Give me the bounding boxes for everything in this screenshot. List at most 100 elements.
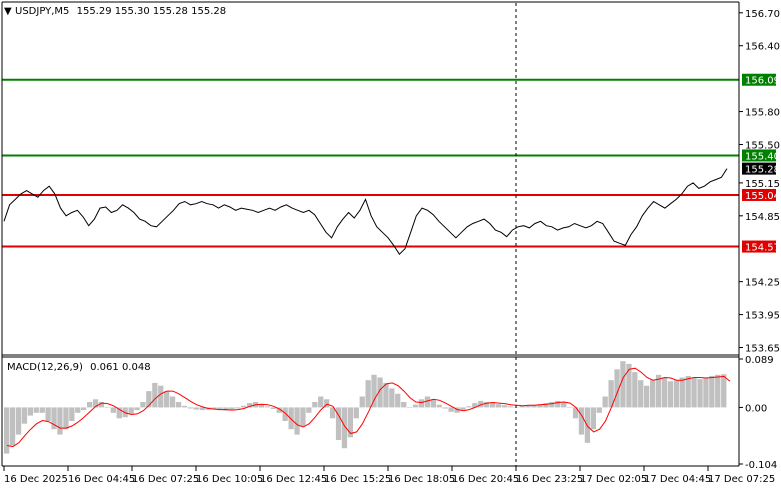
macd-bar-29 bbox=[175, 402, 182, 408]
macd-bar-62 bbox=[371, 374, 377, 408]
macd-bar-109 bbox=[650, 380, 656, 408]
macd-bar-47 bbox=[282, 407, 288, 421]
macd-bar-17 bbox=[104, 407, 110, 408]
price-tick-label-13: 153.65 bbox=[745, 344, 780, 355]
macd-bar-95 bbox=[567, 407, 573, 408]
macd-bar-94 bbox=[561, 402, 567, 408]
time-tick-label-1: 16 Dec 04:45 bbox=[68, 474, 135, 485]
price-tick-label-0: 156.70 bbox=[745, 9, 780, 20]
time-tick-label-7: 16 Dec 20:45 bbox=[452, 474, 519, 485]
macd-bar-85 bbox=[507, 406, 513, 408]
time-tick-label-6: 16 Dec 18:05 bbox=[388, 474, 455, 485]
macd-bar-118 bbox=[703, 377, 709, 408]
macd-tick-label-2: -0.104 bbox=[745, 460, 777, 471]
macd-bar-106 bbox=[632, 372, 638, 408]
macd-bar-18 bbox=[110, 407, 116, 413]
macd-bar-67 bbox=[401, 402, 407, 408]
macd-bar-53 bbox=[318, 396, 324, 408]
macd-bar-45 bbox=[270, 407, 276, 409]
macd-bar-82 bbox=[490, 403, 496, 408]
macd-bar-11 bbox=[69, 407, 75, 421]
price-tick-label-12: 153.95 bbox=[745, 311, 780, 322]
macd-bar-12 bbox=[75, 407, 81, 413]
macd-bar-92 bbox=[549, 402, 555, 408]
macd-label: MACD(12,26,9) 0.061 0.048 bbox=[7, 362, 151, 373]
macd-bar-97 bbox=[578, 407, 585, 435]
macd-bar-77 bbox=[460, 407, 466, 411]
price-tag-label-8: 155.04 bbox=[745, 191, 780, 202]
macd-bar-100 bbox=[596, 407, 602, 413]
macd-bar-32 bbox=[193, 407, 199, 410]
macd-bar-74 bbox=[442, 407, 448, 409]
macd-bar-119 bbox=[709, 375, 715, 408]
macd-bar-99 bbox=[590, 407, 596, 430]
macd-bar-72 bbox=[430, 399, 436, 408]
macd-bar-51 bbox=[306, 407, 312, 413]
macd-bar-48 bbox=[288, 407, 294, 430]
macd-bar-101 bbox=[602, 396, 608, 408]
macd-bar-28 bbox=[169, 396, 176, 408]
macd-bar-49 bbox=[294, 407, 300, 435]
macd-bar-108 bbox=[644, 385, 650, 408]
macd-bar-115 bbox=[685, 375, 691, 408]
macd-pane-header: MACD(12,26,9) 0.061 0.048 bbox=[7, 362, 151, 373]
time-tick-label-5: 16 Dec 15:25 bbox=[324, 474, 391, 485]
dropdown-arrow-icon[interactable]: ▼ bbox=[4, 6, 12, 17]
macd-bar-116 bbox=[691, 377, 697, 408]
macd-bar-59 bbox=[353, 407, 359, 419]
macd-bar-7 bbox=[45, 407, 51, 421]
macd-bar-39 bbox=[235, 407, 241, 409]
macd-bar-113 bbox=[673, 380, 679, 408]
time-tick-label-4: 16 Dec 12:45 bbox=[260, 474, 327, 485]
macd-bar-52 bbox=[312, 402, 318, 408]
macd-bar-120 bbox=[715, 374, 721, 408]
macd-bar-4 bbox=[27, 407, 33, 416]
macd-bar-2 bbox=[15, 407, 22, 435]
price-tag-label-5: 155.40 bbox=[745, 151, 780, 162]
time-tick-label-3: 16 Dec 10:05 bbox=[196, 474, 263, 485]
macd-bar-25 bbox=[152, 382, 158, 408]
macd-bar-61 bbox=[365, 380, 371, 408]
macd-bar-117 bbox=[697, 379, 703, 408]
time-tick-label-9: 17 Dec 02:05 bbox=[580, 474, 647, 485]
macd-tick-label-1: 0.00 bbox=[745, 403, 767, 414]
macd-values: 0.061 0.048 bbox=[90, 362, 150, 373]
macd-bar-40 bbox=[241, 405, 247, 408]
macd-bar-73 bbox=[436, 404, 442, 408]
macd-bar-5 bbox=[33, 407, 39, 413]
time-tick-label-10: 17 Dec 04:45 bbox=[644, 474, 711, 485]
macd-indicator-name: MACD(12,26,9) bbox=[7, 362, 83, 373]
macd-bar-69 bbox=[412, 404, 419, 408]
macd-bar-84 bbox=[501, 405, 508, 408]
macd-bar-10 bbox=[63, 407, 69, 430]
price-tag-label-6: 155.28 bbox=[745, 165, 780, 176]
macd-bar-31 bbox=[187, 407, 193, 409]
macd-bar-14 bbox=[87, 402, 93, 408]
symbol-timeframe: USDJPY,M5 bbox=[15, 6, 69, 17]
macd-bar-75 bbox=[448, 407, 454, 412]
macd-bar-112 bbox=[667, 381, 673, 408]
price-tag-label-10: 154.57 bbox=[745, 243, 780, 254]
macd-bar-114 bbox=[679, 377, 685, 408]
macd-bar-3 bbox=[21, 407, 28, 424]
price-tick-label-1: 156.40 bbox=[745, 42, 780, 53]
macd-bar-0 bbox=[4, 407, 10, 454]
macd-bar-44 bbox=[264, 406, 271, 408]
trading-chart[interactable]: ▼ USDJPY,M5 155.29 155.30 155.28 155.28 … bbox=[0, 0, 781, 489]
time-tick-label-0: 16 Dec 2025 bbox=[4, 474, 68, 485]
macd-bar-121 bbox=[721, 374, 727, 408]
time-tick-label-11: 17 Dec 07:25 bbox=[708, 474, 775, 485]
macd-bar-70 bbox=[418, 399, 425, 408]
macd-bar-30 bbox=[181, 405, 188, 408]
macd-bar-23 bbox=[140, 402, 146, 408]
macd-bar-38 bbox=[229, 407, 235, 410]
price-tick-label-3: 155.80 bbox=[745, 108, 780, 119]
time-tick-label-8: 16 Dec 23:25 bbox=[516, 474, 583, 485]
macd-bar-66 bbox=[395, 393, 401, 408]
price-tick-label-9: 154.85 bbox=[745, 212, 780, 223]
macd-bar-27 bbox=[164, 391, 170, 408]
macd-bar-111 bbox=[661, 377, 668, 408]
macd-tick-label-0: 0.089 bbox=[745, 355, 774, 366]
macd-bar-6 bbox=[39, 407, 45, 413]
macd-bar-65 bbox=[389, 388, 395, 408]
